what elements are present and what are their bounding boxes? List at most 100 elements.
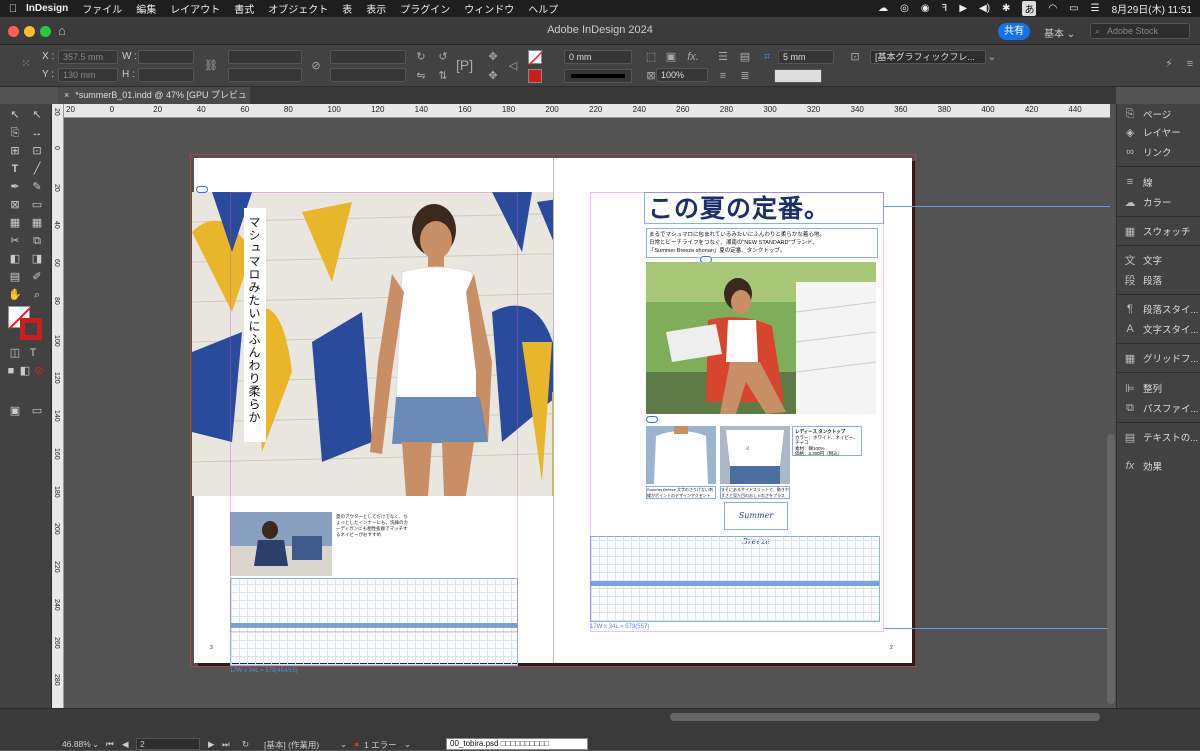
select-container-icon[interactable]: ✥ [486, 50, 500, 64]
share-button[interactable]: 共有 [998, 23, 1030, 40]
menu-object[interactable]: オブジェクト [268, 1, 328, 16]
play-icon[interactable]: ▶ [959, 3, 967, 14]
select-content-icon[interactable]: ✥ [486, 69, 500, 83]
input-mode-indicator[interactable]: あ [1022, 1, 1037, 16]
wifi-icon[interactable]: ◠ [1048, 3, 1057, 14]
lead-text-frame[interactable]: まるでマシュマロに包まれているみたいにふんわりと柔らかな着心地。 日常とビーチラ… [646, 228, 878, 258]
pen-tool-icon[interactable]: ✒ [8, 180, 22, 194]
document-tab[interactable]: ×*summerB_01.indd @ 47% [GPU プレビュー] [58, 87, 250, 117]
fill-stroke-swatches[interactable] [8, 306, 44, 340]
vertical-scrollbar[interactable] [1107, 434, 1115, 704]
content-placer-icon[interactable]: ⊡ [30, 144, 44, 158]
close-tab-icon[interactable]: × [64, 90, 69, 100]
apple-icon[interactable]:  [0, 3, 26, 15]
shear-field[interactable] [330, 68, 406, 82]
flip-h-icon[interactable]: ⇋ [414, 69, 428, 83]
object-style-icon[interactable]: ⊡ [848, 50, 862, 64]
volume-icon[interactable]: ◀) [979, 3, 990, 14]
control-center-icon[interactable]: ☰ [1091, 3, 1100, 14]
scale-y-field[interactable] [228, 68, 302, 82]
zoom-level[interactable]: 46.88% [62, 739, 91, 749]
panel-effects[interactable]: fx 効果 [1123, 458, 1162, 474]
distribute-icon[interactable]: ≣ [738, 69, 752, 83]
menu-view[interactable]: 表示 [366, 1, 386, 16]
prev-page-icon[interactable]: ◀ [122, 739, 129, 750]
first-page-icon[interactable]: ⏮ [106, 739, 114, 750]
link-badge-icon[interactable] [646, 416, 658, 423]
pencil-tool-icon[interactable]: ✎ [30, 180, 44, 194]
grid-tool-icon[interactable]: ▦ [30, 216, 44, 230]
vertical-ruler[interactable]: 20 0 20 40 60 80 100 120 140 160 180 200 220 240 260 28… [52, 104, 64, 708]
content-collector-icon[interactable]: ⊞ [8, 144, 22, 158]
product-photo-2[interactable]: ƨ [720, 426, 790, 484]
horizontal-ruler[interactable]: 20 0 20 40 60 80 100 120 140 160 180 200 220 240 260 28… [64, 104, 1110, 118]
panel-pathfinder[interactable]: ⧉ パスファイ... [1123, 400, 1198, 416]
stroke-type-field[interactable] [564, 69, 632, 83]
preflight-errors[interactable]: 1 エラー [364, 739, 397, 751]
page-number-field[interactable]: 2 [136, 738, 200, 750]
bluetooth-icon[interactable]: ✱ [1002, 3, 1010, 14]
prev-object-icon[interactable]: ◁ [506, 59, 520, 73]
pasteboard[interactable]: マシュマロみたいにふんわり柔らか 夏のアウターとしてだけでなく、ちょっとしたイン… [64, 118, 1110, 708]
brand-logo[interactable]: Summer Breeze [724, 502, 788, 546]
opacity-field[interactable]: 100% [656, 68, 708, 82]
stroke-weight-field[interactable]: 0 mm [564, 50, 632, 64]
cloud-icon[interactable]: ☁ [878, 3, 888, 14]
chevron-down-icon[interactable]: ⌄ [986, 50, 998, 64]
rectangle-tool-icon[interactable]: ▭ [30, 198, 44, 212]
panel-paragraph[interactable]: 段段落 [1123, 272, 1163, 288]
gradient-swatch-tool-icon[interactable]: ◧ [8, 252, 22, 266]
frame-fitting-icon[interactable]: ⬚ [644, 50, 658, 64]
direct-selection-tool-icon[interactable]: ↖ [30, 108, 44, 122]
stroke-swatch[interactable] [528, 69, 542, 83]
left-body-text[interactable] [230, 578, 518, 666]
panel-paragraph-styles[interactable]: ¶ 段落スタイ... [1123, 301, 1198, 317]
wrap-around-icon[interactable]: ▤ [738, 50, 752, 64]
panel-layers[interactable]: ◈ レイヤー [1123, 124, 1181, 140]
eyedropper-tool-icon[interactable]: ✐ [30, 270, 44, 284]
content-fitting-icon[interactable]: ▣ [664, 50, 678, 64]
chevron-down-icon[interactable]: ⌄ [92, 739, 99, 750]
right-page[interactable]: この夏の定番。 まるでマシュマロに包まれているみたいにふんわりと柔らかな着心地。… [554, 158, 912, 663]
view-options-icon[interactable]: ▭ [30, 404, 44, 418]
fill-swatch[interactable] [528, 50, 544, 66]
text-wrap-icon[interactable]: ☰ [716, 50, 730, 64]
w-field[interactable] [138, 50, 194, 64]
panel-pages[interactable]: ⎘ ページ [1123, 106, 1172, 122]
hand-tool-icon[interactable]: ✋ [8, 288, 22, 302]
reference-point-icon[interactable]: ⁙ [18, 57, 34, 71]
left-page[interactable]: マシュマロみたいにふんわり柔らか 夏のアウターとしてだけでなく、ちょっとしたイン… [192, 158, 630, 674]
apply-none-icon[interactable]: ⊘ [32, 364, 46, 378]
menu-window[interactable]: ウィンドウ [464, 1, 514, 16]
page-tool-icon[interactable]: ⎘ [8, 126, 22, 140]
scissors-tool-icon[interactable]: ✂ [8, 234, 22, 248]
chevron-down-icon[interactable]: ⌄ [340, 739, 347, 750]
align-icon[interactable]: ≡ [716, 69, 730, 83]
zoom-tool-icon[interactable]: ⌕ [30, 288, 44, 302]
panel-stroke[interactable]: ≡ 線 [1123, 174, 1153, 190]
panel-align[interactable]: ⊫ 整列 [1123, 380, 1162, 396]
app-menu[interactable]: InDesign [26, 3, 68, 14]
stroke-swatch-box[interactable] [20, 318, 42, 340]
formatting-text-icon[interactable]: T [26, 346, 40, 360]
menu-type[interactable]: 書式 [234, 1, 254, 16]
gap-tool-icon[interactable]: ↔ [30, 126, 44, 140]
workspace-switcher[interactable]: 基本 ⌄ [1044, 25, 1075, 40]
vertical-headline-box[interactable]: マシュマロみたいにふんわり柔らか [244, 208, 266, 442]
datetime[interactable]: 8月29日(木) 11:51 [1112, 1, 1192, 16]
link-badge-icon[interactable] [196, 186, 208, 193]
panel-color[interactable]: ☁ カラー [1123, 194, 1172, 210]
panel-grid-format[interactable]: ▦ グリッドフ... [1123, 350, 1199, 366]
gutter-field[interactable]: 5 mm [778, 50, 834, 64]
left-inset-photo[interactable] [230, 512, 332, 576]
scale-x-field[interactable] [228, 50, 302, 64]
note-tool-icon[interactable]: ▤ [8, 270, 22, 284]
product-info-box[interactable]: レディース タンクトップ カラー：ホワイト、ネイビー、チャコ 素材：綿100% … [792, 426, 862, 456]
h-field[interactable] [138, 68, 194, 82]
horizontal-scrollbar[interactable] [670, 713, 1100, 721]
object-style-dropdown[interactable]: [基本グラフィックフレ... [870, 50, 986, 64]
type-tool-icon[interactable]: T [8, 162, 22, 176]
next-page-icon[interactable]: ▶ [208, 739, 215, 750]
menu-plugins[interactable]: プラグイン [400, 1, 450, 16]
screen-mode-icon[interactable]: ▣ [8, 404, 22, 418]
